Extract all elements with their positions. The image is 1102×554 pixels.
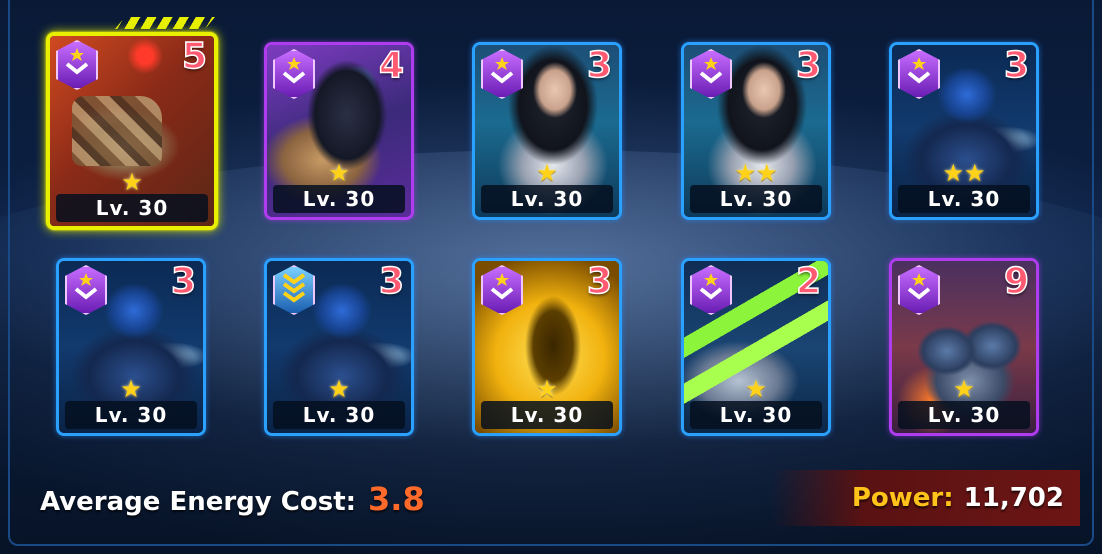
star-rating-icon: ★ (328, 159, 350, 187)
average-energy-cost: Average Energy Cost: 3.8 (40, 480, 425, 520)
power-value: 11,702 (963, 483, 1064, 513)
power-label: Power: (851, 483, 954, 513)
level-bar: Lv. 30 (690, 401, 822, 429)
unit-level: Lv. 30 (927, 187, 1001, 211)
energy-cost: 3 (1003, 45, 1030, 87)
deck-power: Power: 11,702 (772, 470, 1080, 526)
level-bar: Lv. 30 (690, 185, 822, 213)
level-bar: Lv. 30 (56, 194, 208, 222)
unit-level: Lv. 30 (927, 403, 1001, 427)
energy-cost: 3 (586, 261, 613, 303)
energy-cost: 2 (795, 261, 822, 303)
unit-card[interactable]: 2 ★ Lv. 30 (681, 258, 831, 436)
star-rating-icon: ★ (745, 375, 767, 403)
card-grid: 5 ★ Lv. 30 4 ★ Lv. 30 3 ★ Lv. 30 3 ★★ Lv… (0, 0, 1102, 460)
energy-cost: 4 (378, 45, 405, 87)
star-rating-icon: ★★ (734, 159, 778, 187)
level-bar: Lv. 30 (273, 401, 405, 429)
selection-indicator (115, 17, 215, 29)
star-rating-icon: ★ (121, 168, 143, 196)
energy-cost: 3 (378, 261, 405, 303)
star-rating-icon: ★ (328, 375, 350, 403)
unit-card[interactable]: 3 ★★ Lv. 30 (681, 42, 831, 220)
unit-level: Lv. 30 (510, 403, 584, 427)
average-energy-value: 3.8 (368, 480, 425, 518)
unit-level: Lv. 30 (302, 403, 376, 427)
unit-level: Lv. 30 (510, 187, 584, 211)
unit-level: Lv. 30 (719, 187, 793, 211)
unit-level: Lv. 30 (95, 196, 169, 220)
star-rating-icon: ★ (536, 375, 558, 403)
energy-cost: 3 (586, 45, 613, 87)
star-rating-icon: ★★ (942, 159, 986, 187)
unit-card[interactable]: 3 ★ Lv. 30 (56, 258, 206, 436)
star-rating-icon: ★ (120, 375, 142, 403)
star-rating-icon: ★ (536, 159, 558, 187)
unit-card[interactable]: 3 ★ Lv. 30 (472, 42, 622, 220)
unit-level: Lv. 30 (94, 403, 168, 427)
energy-cost: 5 (181, 36, 208, 78)
unit-card[interactable]: 3 ★ Lv. 30 (472, 258, 622, 436)
level-bar: Lv. 30 (481, 185, 613, 213)
unit-card[interactable]: 9 ★ Lv. 30 (889, 258, 1039, 436)
deck-panel: 5 ★ Lv. 30 4 ★ Lv. 30 3 ★ Lv. 30 3 ★★ Lv… (0, 0, 1102, 554)
average-energy-label: Average Energy Cost: (40, 487, 357, 517)
energy-cost: 3 (795, 45, 822, 87)
star-rating-icon: ★ (953, 375, 975, 403)
level-bar: Lv. 30 (65, 401, 197, 429)
unit-card[interactable]: 4 ★ Lv. 30 (264, 42, 414, 220)
energy-cost: 3 (170, 261, 197, 303)
level-bar: Lv. 30 (273, 185, 405, 213)
unit-card[interactable]: 5 ★ Lv. 30 (46, 32, 218, 230)
unit-card[interactable]: 3 ★★ Lv. 30 (889, 42, 1039, 220)
unit-card[interactable]: 3 ★ Lv. 30 (264, 258, 414, 436)
energy-cost: 9 (1003, 261, 1030, 303)
level-bar: Lv. 30 (481, 401, 613, 429)
level-bar: Lv. 30 (898, 401, 1030, 429)
unit-level: Lv. 30 (719, 403, 793, 427)
unit-level: Lv. 30 (302, 187, 376, 211)
level-bar: Lv. 30 (898, 185, 1030, 213)
